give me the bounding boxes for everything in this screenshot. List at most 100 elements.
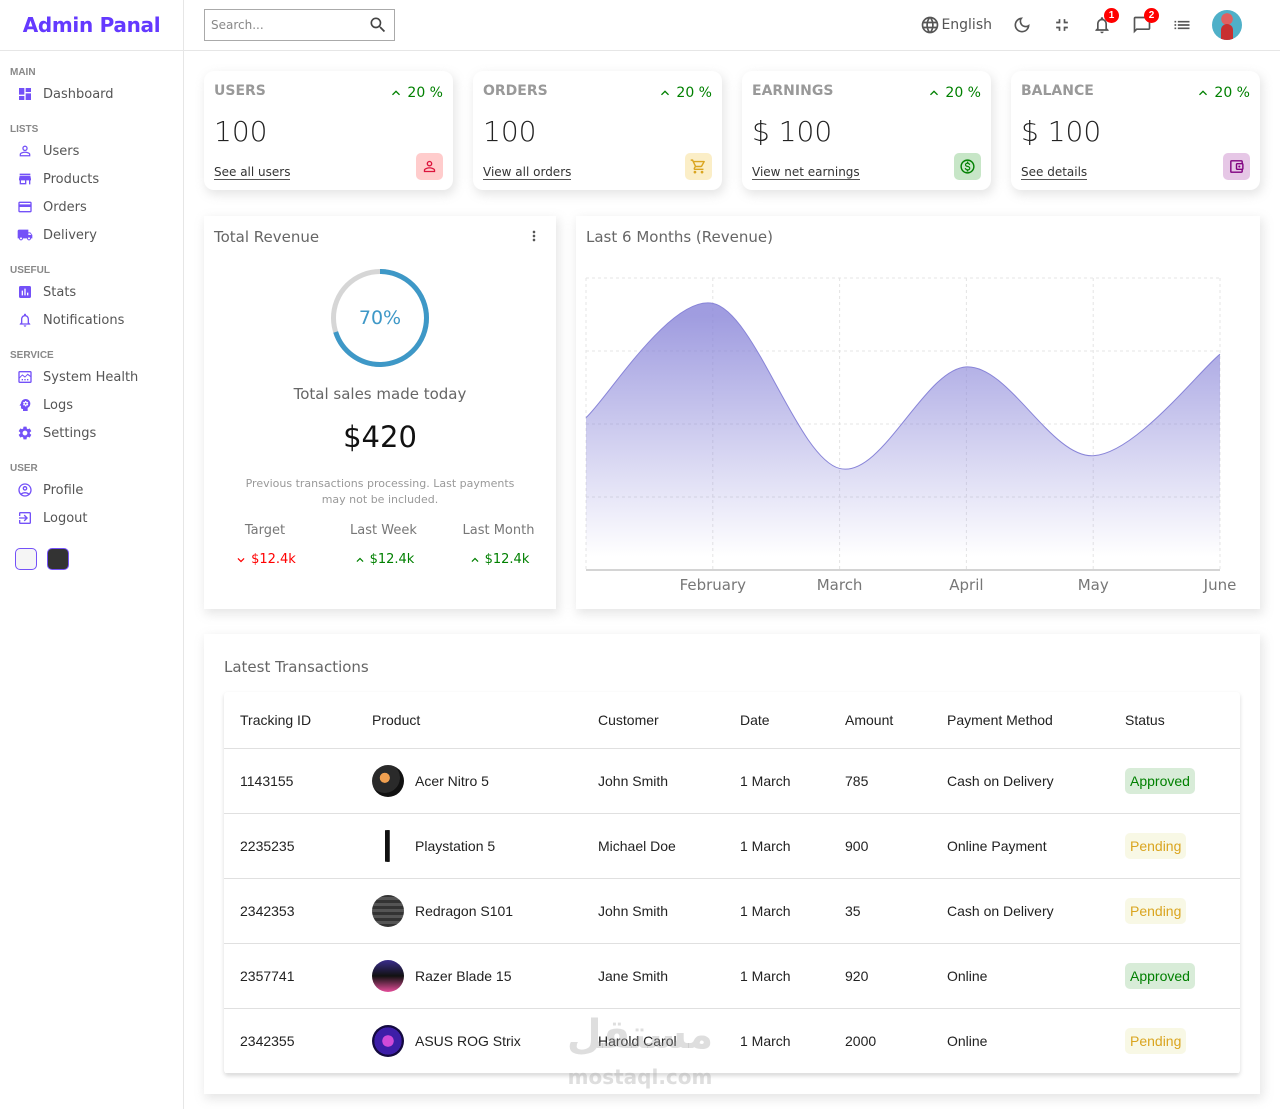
column-header-date[interactable]: Date	[724, 692, 829, 749]
widget-icon-box	[1223, 153, 1250, 180]
widget-link[interactable]: See all users	[214, 165, 291, 180]
product-name: Redragon S101	[415, 902, 514, 919]
language-selector[interactable]: English	[920, 15, 992, 35]
sidebar-item-notifications[interactable]: Notifications	[0, 306, 183, 334]
column-header-status[interactable]: Status	[1109, 692, 1240, 749]
sidebar-item-label: Dashboard	[43, 86, 114, 102]
sidebar-item-products[interactable]: Products	[0, 165, 183, 193]
product-wrapper: ASUS ROG Strix	[372, 1024, 582, 1057]
product-image	[372, 894, 404, 927]
table-row[interactable]: 2235235 Playstation 5 Michael Doe 1 March 90…	[224, 813, 1240, 879]
column-header-tracking-id[interactable]: Tracking ID	[224, 692, 356, 749]
person-outline-icon	[423, 160, 436, 173]
arrow-down-icon	[237, 557, 245, 562]
product-wrapper: Redragon S101	[372, 894, 582, 927]
dark-theme-option[interactable]	[47, 548, 69, 570]
sidebar-item-users[interactable]: Users	[0, 137, 183, 165]
exit-icon	[17, 510, 33, 526]
widget-icon-box	[954, 153, 981, 180]
featured-revenue-card: Total Revenue 70% Total sales made today…	[204, 216, 556, 609]
column-header-amount[interactable]: Amount	[829, 692, 931, 749]
watermark: مستقل mostaql.com	[560, 1005, 720, 1089]
sidebar-item-profile[interactable]: Profile	[0, 476, 183, 504]
navbar-items: English 1 2	[900, 8, 1242, 40]
sidebar-item-settings[interactable]: Settings	[0, 419, 183, 447]
sidebar-item-label: System Health	[43, 369, 139, 385]
more-vert-icon[interactable]	[526, 228, 542, 244]
table-row[interactable]: 2342355 ASUS ROG Strix Harold Carol 1 March…	[224, 1008, 1240, 1074]
widget-link[interactable]: View all orders	[483, 165, 572, 180]
summary-item-title: Last Week	[350, 523, 417, 538]
amount-cell: 785	[829, 748, 931, 814]
sidebar-item-logout[interactable]: Logout	[0, 504, 183, 532]
date-cell: 1 March	[724, 878, 829, 944]
status-cell: Approved	[1109, 943, 1240, 1009]
avatar[interactable]	[1212, 10, 1242, 40]
more-options-button[interactable]	[526, 228, 542, 249]
sidebar-item-system-health[interactable]: System Health	[0, 363, 183, 391]
widget-percentage: 20 %	[657, 85, 712, 101]
tracking-id-cell: 2357741	[224, 943, 356, 1009]
arrow-up-icon	[1199, 90, 1208, 96]
product-name: Playstation 5	[415, 837, 496, 854]
messages-counter: 2	[1144, 8, 1159, 23]
arrow-up-icon	[471, 557, 479, 562]
column-header-customer[interactable]: Customer	[582, 692, 724, 749]
sidebar-item-label: Notifications	[43, 312, 125, 328]
revenue-area	[586, 302, 1220, 570]
sidebar-group-title: LISTS	[10, 124, 39, 135]
sidebar-item-orders[interactable]: Orders	[0, 193, 183, 221]
widget-link[interactable]: View net earnings	[752, 165, 860, 180]
widget-title: BALANCE	[1021, 83, 1094, 99]
sidebar-item-label: Logout	[43, 510, 88, 526]
widget-percentage: 20 %	[388, 85, 443, 101]
payment-method-cell: Online Payment	[931, 813, 1109, 879]
payment-method-cell: Cash on Delivery	[931, 878, 1109, 944]
widget-title: ORDERS	[483, 83, 548, 99]
logo-text[interactable]: Admin Panal	[23, 13, 161, 37]
navbar: English 1 2	[184, 0, 1280, 51]
gear-icon	[17, 425, 33, 441]
fullscreen-toggle[interactable]	[1052, 15, 1072, 35]
notifications-button[interactable]: 1	[1092, 8, 1119, 35]
moon-icon[interactable]	[1012, 15, 1032, 35]
status-cell: Pending	[1109, 813, 1240, 879]
fullscreen-exit-icon[interactable]	[1052, 15, 1072, 35]
table-row[interactable]: 1143155 Acer Nitro 5 John Smith 1 March 785 C…	[224, 748, 1240, 814]
widget-balance: BALANCE 20 % $ 100 See details	[1011, 71, 1260, 190]
status-cell: Pending	[1109, 1008, 1240, 1074]
x-tick-label: May	[1078, 576, 1109, 594]
list-icon[interactable]	[1172, 15, 1192, 35]
sidebar-item-dashboard[interactable]: Dashboard	[0, 80, 183, 108]
dark-mode-toggle[interactable]	[1012, 15, 1032, 35]
light-theme-option[interactable]	[15, 548, 37, 570]
widget-link[interactable]: See details	[1021, 165, 1088, 180]
column-header-product[interactable]: Product	[356, 692, 582, 749]
date-cell: 1 March	[724, 748, 829, 814]
column-header-payment-method[interactable]: Payment Method	[931, 692, 1109, 749]
user-avatar-button[interactable]	[1212, 10, 1242, 40]
summary-item-target: Target $12.4k	[204, 523, 326, 567]
language-label[interactable]: English	[941, 17, 992, 33]
messages-button[interactable]: 2	[1132, 8, 1159, 35]
list-button[interactable]	[1172, 15, 1192, 35]
table-row[interactable]: 2342353 Redragon S101 John Smith 1 March 35 C…	[224, 878, 1240, 944]
search-input[interactable]	[211, 18, 361, 32]
store-icon	[19, 173, 31, 185]
sidebar-item-logs[interactable]: Logs	[0, 391, 183, 419]
logo[interactable]: Admin Panal	[0, 0, 183, 51]
search-box[interactable]	[204, 9, 395, 41]
widget-counter: 100	[483, 115, 537, 148]
sidebar-item-stats[interactable]: Stats	[0, 278, 183, 306]
summary-row: Target $12.4k Last Week $12.4k Last Month $12…	[204, 523, 556, 567]
person-icon	[19, 145, 31, 157]
bell-icon	[19, 313, 31, 327]
search-icon[interactable]	[368, 15, 388, 35]
sidebar-item-delivery[interactable]: Delivery	[0, 221, 183, 249]
table-row[interactable]: 2357741 Razer Blade 15 Jane Smith 1 March 92…	[224, 943, 1240, 1009]
transactions-title: Latest Transactions	[224, 658, 369, 676]
sidebar-group-title: USER	[10, 463, 38, 474]
tracking-id-cell: 2235235	[224, 813, 356, 879]
featured-title: Total Revenue	[214, 228, 320, 246]
bar-chart-icon	[19, 286, 31, 298]
